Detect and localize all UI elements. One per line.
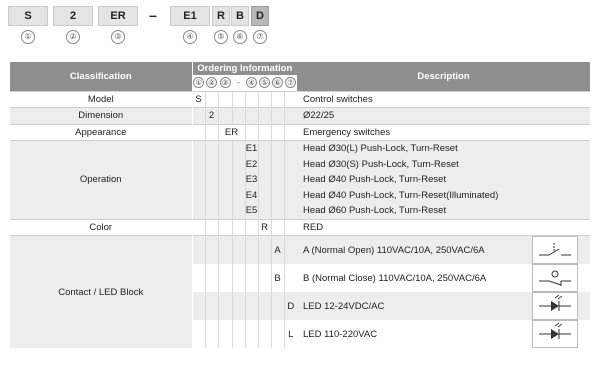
- code-box-color: R: [212, 6, 230, 26]
- classification-model: Model: [10, 90, 193, 108]
- header-classification: Classification: [10, 62, 193, 91]
- code-operation-e5: E5: [244, 203, 258, 219]
- classification-dimension: Dimension: [10, 107, 193, 124]
- contact-no-icon: [532, 236, 578, 264]
- code-box-dimension: 2: [53, 6, 93, 26]
- ordering-col-4: ④: [246, 77, 257, 89]
- code-box-appearance: ER: [98, 6, 138, 26]
- desc-operation-e3: Head Ø40 Push-Lock, Turn-Reset: [297, 172, 591, 188]
- code-led-l: L: [283, 320, 297, 348]
- desc-contact-b: B (Normal Close) 110VAC/10A, 250VAC/6A: [297, 264, 520, 292]
- desc-contact-a: A (Normal Open) 110VAC/10A, 250VAC/6A: [297, 235, 520, 264]
- code-box-model: S: [8, 6, 48, 26]
- classification-operation: Operation: [10, 140, 193, 219]
- desc-operation-e2: Head Ø30(S) Push-Lock, Turn-Reset: [297, 156, 591, 172]
- code-contact-a: A: [270, 235, 284, 264]
- ordering-col-5: ⑤: [259, 77, 270, 89]
- classification-color: Color: [10, 218, 193, 236]
- desc-operation-e5: Head Ø60 Push-Lock, Turn-Reset: [297, 203, 591, 219]
- header-description: Description: [297, 62, 591, 91]
- code-model: S: [191, 90, 205, 108]
- code-box-operation: E1: [170, 6, 210, 26]
- desc-dimension: Ø22/25: [297, 107, 591, 124]
- code-color: R: [257, 218, 271, 236]
- code-box-contact: B: [231, 6, 249, 26]
- code-operation-e4: E4: [244, 187, 258, 203]
- contact-nc-icon: [532, 264, 578, 292]
- code-operation-e3: E3: [244, 172, 258, 188]
- code-dash: –: [149, 7, 157, 23]
- desc-operation-e1: Head Ø30(L) Push-Lock, Turn-Reset: [297, 140, 591, 157]
- row-operation-1: Operation E1 Head Ø30(L) Push-Lock, Turn…: [10, 140, 591, 219]
- code-circle-1: ①: [21, 30, 35, 44]
- row-dimension: Dimension 2 Ø22/25: [10, 107, 591, 124]
- desc-operation-e4: Head Ø40 Push-Lock, Turn-Reset(Illuminat…: [297, 187, 591, 203]
- led-block-icon: [532, 320, 578, 348]
- code-appearance: ER: [217, 123, 245, 141]
- row-appearance: Appearance ER Emergency switches: [10, 123, 591, 141]
- code-dimension: 2: [204, 107, 218, 124]
- ordering-col-dash: -: [232, 75, 245, 91]
- ordering-table: Classification Ordering Information Desc…: [10, 62, 591, 348]
- classification-appearance: Appearance: [10, 123, 193, 141]
- code-operation-e1: E1: [244, 140, 258, 157]
- code-circle-7: ⑦: [253, 30, 267, 44]
- ordering-col-7: ⑦: [285, 77, 296, 89]
- ordering-code-strip: S 2 ER – E1 R B D ① ② ③ ④ ⑤ ⑥ ⑦: [8, 6, 288, 50]
- code-circle-5: ⑤: [214, 30, 228, 44]
- desc-color: RED: [297, 218, 591, 236]
- header-ordering-information: Ordering Information: [192, 62, 297, 75]
- row-color: Color R RED: [10, 218, 591, 236]
- code-contact-b: B: [270, 264, 284, 292]
- code-box-led: D: [251, 6, 269, 26]
- desc-model: Control switches: [297, 90, 591, 108]
- led-block-icon: [532, 292, 578, 320]
- code-circle-3: ③: [111, 30, 125, 44]
- code-circle-6: ⑥: [233, 30, 247, 44]
- classification-contact: Contact / LED Block: [10, 235, 193, 348]
- row-model: Model S Control switches: [10, 90, 591, 108]
- desc-appearance: Emergency switches: [297, 123, 591, 141]
- desc-led-d: LED 12-24VDC/AC: [297, 292, 520, 320]
- row-contact-a: Contact / LED Block A A (Normal Open) 11…: [10, 235, 591, 348]
- ordering-col-6: ⑥: [272, 77, 283, 89]
- code-led-d: D: [283, 292, 297, 320]
- desc-led-l: LED 110-220VAC: [297, 320, 520, 348]
- code-operation-e2: E2: [244, 156, 258, 172]
- ordering-col-2: ②: [206, 77, 217, 89]
- ordering-col-1: ①: [193, 77, 205, 89]
- code-circle-4: ④: [183, 30, 197, 44]
- code-circle-2: ②: [66, 30, 80, 44]
- ordering-col-3: ③: [219, 77, 231, 89]
